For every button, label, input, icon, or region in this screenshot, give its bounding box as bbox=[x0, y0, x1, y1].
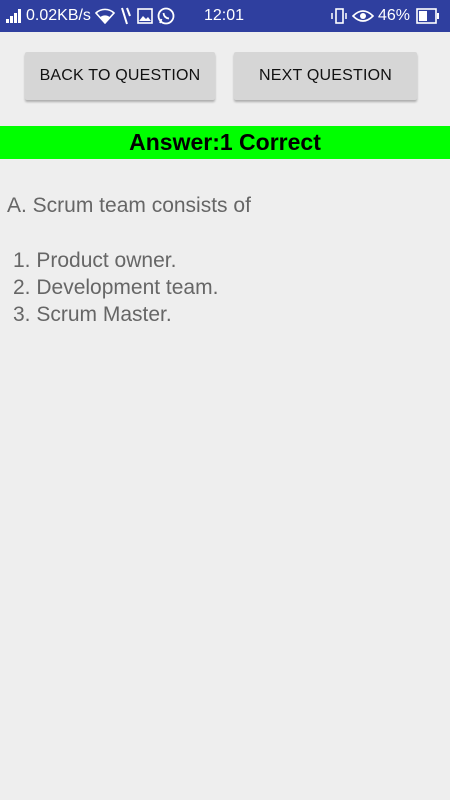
navigation-buttons: BACK TO QUESTION NEXT QUESTION bbox=[0, 52, 450, 102]
image-icon bbox=[137, 8, 153, 24]
signal-bars-icon bbox=[6, 9, 22, 23]
eye-icon bbox=[351, 9, 374, 23]
next-question-button[interactable]: NEXT QUESTION bbox=[234, 52, 417, 100]
time-text: 12:01 bbox=[204, 7, 245, 24]
answer-banner-text: Answer:1 Correct bbox=[129, 129, 321, 155]
list-item: 1. Product owner. bbox=[13, 249, 177, 272]
status-bar: 0.02KB/s 12:01 46% bbox=[0, 0, 450, 32]
list-item: 2. Development team. bbox=[13, 276, 219, 299]
options-list: 1. Product owner. 2. Development team. 3… bbox=[13, 247, 218, 328]
whatsapp-icon bbox=[157, 7, 175, 25]
status-bar-right: 46% bbox=[330, 0, 444, 32]
clock: 12:01 bbox=[204, 0, 244, 32]
battery-percent: 46% bbox=[377, 7, 410, 24]
network-speed: 0.02KB/s bbox=[26, 7, 91, 24]
question-text: A. Scrum team consists of bbox=[7, 194, 251, 217]
list-item: 3. Scrum Master. bbox=[13, 303, 172, 326]
answer-banner: Answer:1 Correct bbox=[0, 126, 450, 159]
back-to-question-button[interactable]: BACK TO QUESTION bbox=[25, 52, 215, 100]
data-arrow-icon bbox=[119, 7, 133, 25]
wifi-icon bbox=[94, 8, 115, 24]
vibrate-icon bbox=[330, 7, 348, 25]
status-bar-left: 0.02KB/s bbox=[6, 0, 179, 32]
battery-icon bbox=[416, 8, 440, 24]
